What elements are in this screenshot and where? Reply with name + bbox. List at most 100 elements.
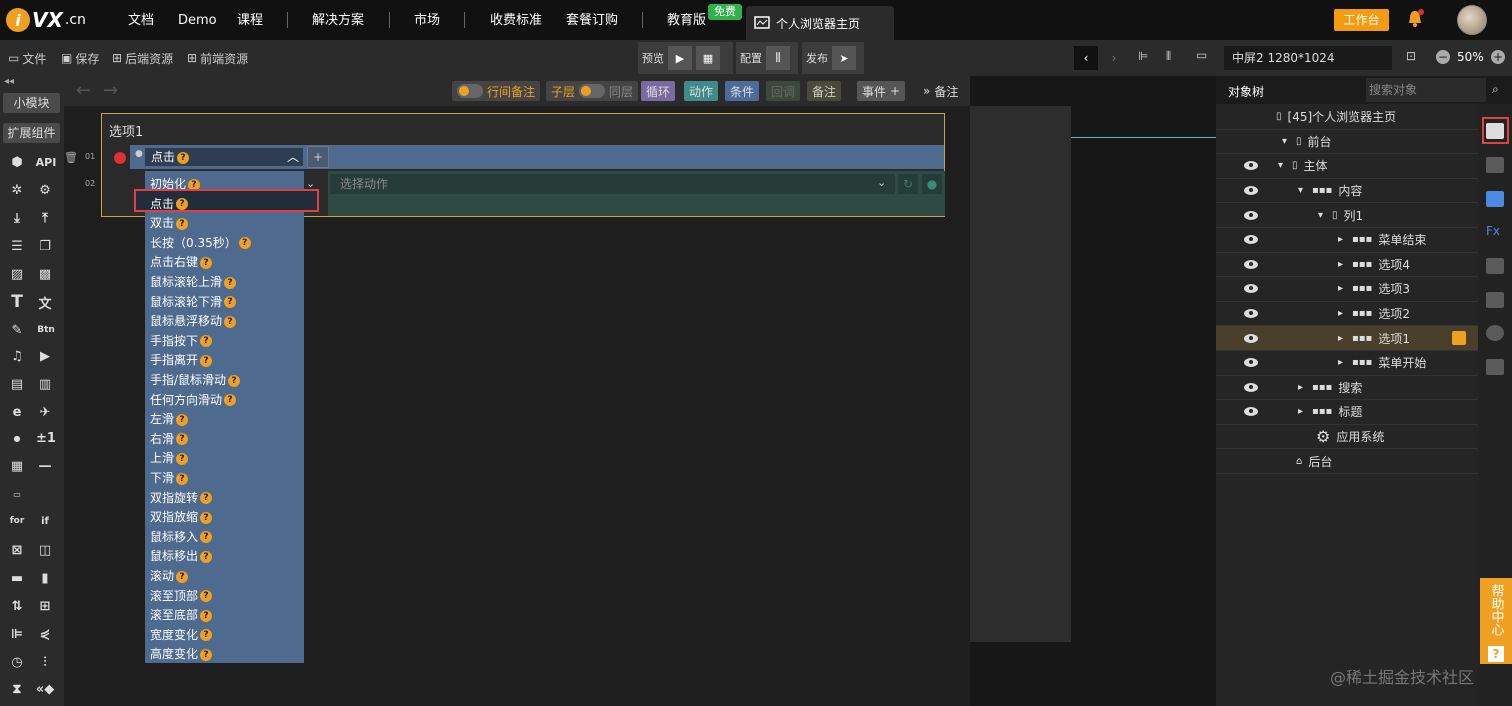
expand-arrow-icon[interactable]: ▾ (1318, 210, 1332, 221)
expand-arrow-icon[interactable]: ▸ (1338, 308, 1352, 319)
tree-item[interactable]: ▸ ▪▪▪ 选项1 (1216, 326, 1478, 351)
tree-item[interactable]: ▾ ▪▪▪ 内容 (1216, 179, 1478, 204)
zoom-out-icon[interactable]: − (1436, 50, 1450, 64)
dropdown-option[interactable]: 手指离开? (150, 351, 213, 371)
eye-icon[interactable] (1244, 186, 1258, 196)
tree-item[interactable]: ▸ ▪▪▪ 标题 (1216, 400, 1478, 425)
gallery-icon[interactable]: ▩ (35, 264, 55, 284)
for-loop-icon[interactable]: for (7, 511, 27, 531)
dropdown-option[interactable]: 点击右键? (150, 253, 213, 273)
video-icon[interactable]: ▶ (35, 346, 55, 366)
music-icon[interactable]: ♫ (7, 346, 27, 366)
dropdown-option[interactable]: 滚至顶部? (150, 587, 213, 607)
dropdown-option[interactable]: 滚至底部? (150, 606, 213, 626)
nav-solutions[interactable]: 解决方案 (312, 0, 364, 40)
dropdown-option[interactable]: 双击? (150, 214, 189, 234)
line-note-toggle[interactable]: 行间备注 (452, 81, 541, 101)
dropdown-option[interactable]: 右滑? (150, 430, 189, 450)
divider-line-icon[interactable]: — (35, 456, 55, 476)
dropdown-option[interactable]: 宽度变化? (150, 626, 213, 646)
collapse-icon[interactable]: ◂◂ (4, 76, 14, 87)
tree-item[interactable]: ▸ ▪▪▪ 选项2 (1216, 302, 1478, 327)
page-tab[interactable]: 个人浏览器主页 (746, 6, 894, 40)
dropdown-option[interactable]: 上滑? (150, 449, 189, 469)
expand-arrow-icon[interactable]: ▸ (1298, 382, 1312, 393)
eye-icon[interactable] (1244, 407, 1258, 417)
if-icon[interactable]: if (35, 511, 55, 531)
sql-icon[interactable] (1486, 359, 1504, 375)
expand-arrow-icon[interactable]: ▾ (1298, 185, 1312, 196)
avatar[interactable] (1457, 5, 1487, 35)
expand-arrow-icon[interactable]: ▸ (1338, 283, 1352, 294)
expand-arrow-icon[interactable]: ▸ (1338, 333, 1352, 344)
grid-table-icon[interactable]: ⊞ (35, 596, 55, 616)
child-layer-toggle[interactable]: 子层 同层 (546, 81, 639, 101)
eye-icon[interactable] (1244, 333, 1258, 343)
event-badge-icon[interactable] (1451, 331, 1466, 346)
tree-item[interactable]: ▸ ▪▪▪ 搜索 (1216, 376, 1478, 401)
nav-education[interactable]: 教育版 (667, 0, 706, 40)
expand-arrow-icon[interactable]: ▾ (1282, 136, 1296, 147)
dropdown-option[interactable]: 双指旋转? (150, 489, 213, 509)
button-icon[interactable]: Btn (35, 320, 57, 340)
expand-arrow-icon[interactable]: ▾ (1278, 160, 1292, 171)
row-icon[interactable]: ▬ (7, 568, 27, 588)
dropdown-option[interactable]: 高度变化? (150, 645, 213, 665)
fit-screen-icon[interactable]: ⊡ (1406, 49, 1416, 63)
sort-icon[interactable]: ⇅ (7, 596, 27, 616)
save-button[interactable]: ▣ 保存 (61, 40, 99, 76)
expand-arrow-icon[interactable]: ▸ (1298, 406, 1312, 417)
action-button[interactable]: 动作 (684, 81, 719, 101)
small-module-button[interactable]: 小模块 (3, 93, 60, 113)
play-icon[interactable]: ▶ (668, 46, 692, 70)
tree-item[interactable]: ▸ ▪▪▪ 选项3 (1216, 277, 1478, 302)
distribute-icon[interactable]: ⫴ (1166, 49, 1171, 64)
sliders-icon[interactable]: ⫼ (766, 46, 790, 70)
copy-icon[interactable]: ❐ (35, 236, 55, 256)
share-icon[interactable]: ⋞ (35, 624, 55, 644)
api-icon[interactable]: API (35, 152, 57, 172)
tree-item[interactable]: ▯ [45]个人浏览器主页 (1216, 105, 1478, 130)
search-object-input[interactable]: 搜索对象 (1366, 78, 1486, 102)
qrcode-icon[interactable]: ▦ (7, 456, 27, 476)
eye-icon[interactable] (1244, 259, 1258, 269)
dropdown-option[interactable]: 手指/鼠标滑动? (150, 371, 241, 391)
eye-icon[interactable] (1244, 358, 1258, 368)
clock-icon[interactable]: ◷ (7, 652, 27, 672)
frontend-resources-button[interactable]: ⊞ 前端资源 (187, 40, 248, 76)
text-icon[interactable]: T (7, 292, 27, 312)
close-box-icon[interactable]: ⊠ (7, 540, 27, 560)
dropdown-option[interactable]: 鼠标移出? (150, 547, 213, 567)
condition-button[interactable]: 条件 (725, 81, 760, 101)
callback-button[interactable]: 回调 (766, 81, 801, 101)
tree-item[interactable]: ▸ ▪▪▪ 选项4 (1216, 253, 1478, 278)
note-expand-button[interactable]: » 备注 (918, 81, 963, 101)
formula-icon[interactable]: Fx (1486, 224, 1500, 238)
download-icon[interactable]: ⤓ (7, 208, 27, 228)
workbench-button[interactable]: 工作台 (1334, 9, 1389, 31)
ie-icon[interactable]: e (7, 402, 27, 422)
screen-size-select[interactable]: 中屏2 1280*1024 (1224, 46, 1392, 70)
tree-item[interactable]: ▸ ▪▪▪ 菜单结束 (1216, 228, 1478, 253)
trash-icon[interactable]: 🗑 (64, 151, 78, 164)
loop-button[interactable]: 循环 (641, 81, 676, 101)
counter-icon[interactable]: ±1 (35, 428, 57, 448)
eye-icon[interactable] (1244, 161, 1258, 171)
adjust-icon[interactable]: ⫶ (35, 652, 55, 672)
dropdown-option[interactable]: 下滑? (150, 469, 189, 489)
dropdown-option[interactable]: 滚动? (150, 567, 189, 587)
align-icon[interactable]: ⊫ (1138, 49, 1148, 63)
column-icon[interactable]: ▮ (35, 568, 55, 588)
table-list-icon[interactable]: ☰ (7, 236, 27, 256)
dropdown-option[interactable]: 鼠标滚轮上滑? (150, 273, 237, 293)
dropdown-option[interactable]: 手指按下? (150, 332, 213, 352)
extension-components-button[interactable]: 扩展组件 (3, 123, 60, 143)
eye-icon[interactable] (1244, 235, 1258, 245)
select-action-dropdown[interactable]: 选择动作 (330, 174, 895, 194)
redo-right-icon[interactable]: › (1102, 46, 1126, 70)
tree-item[interactable]: ▾ ▯ 前台 (1216, 130, 1478, 155)
tree-icon[interactable]: ⊫ (7, 624, 27, 644)
translate-icon[interactable]: 文 (35, 292, 55, 312)
bell-icon[interactable] (1406, 9, 1424, 29)
dropdown-option[interactable]: 鼠标移入? (150, 528, 213, 548)
